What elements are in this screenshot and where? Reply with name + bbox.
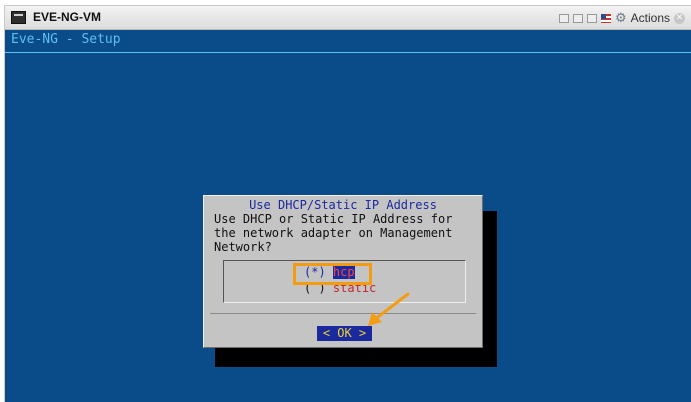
- actions-menu[interactable]: Actions: [631, 11, 670, 25]
- screen-title: Eve-NG - Setup: [11, 32, 121, 47]
- selection-highlight-box: [293, 263, 372, 285]
- fullscreen-icon[interactable]: [586, 13, 597, 23]
- fit-icon[interactable]: [572, 13, 583, 23]
- close-icon[interactable]: ✕: [674, 12, 685, 24]
- titlebar-controls: ⚙ Actions ✕: [558, 9, 685, 27]
- vm-icon: [11, 11, 26, 24]
- title-divider: [5, 52, 691, 53]
- window-title: EVE-NG-VM: [33, 10, 102, 24]
- button-divider: [210, 313, 476, 314]
- ctrl-alt-del-icon[interactable]: [558, 13, 569, 23]
- window-titlebar: EVE-NG-VM ⚙ Actions ✕: [5, 6, 691, 30]
- annotation-arrow-icon: [368, 292, 410, 326]
- gear-icon[interactable]: ⚙: [615, 12, 627, 25]
- dialog-message: Use DHCP or Static IP Address for the ne…: [214, 212, 453, 254]
- dialog-title: Use DHCP/Static IP Address: [249, 198, 437, 212]
- keyboard-flag-icon[interactable]: [600, 13, 611, 23]
